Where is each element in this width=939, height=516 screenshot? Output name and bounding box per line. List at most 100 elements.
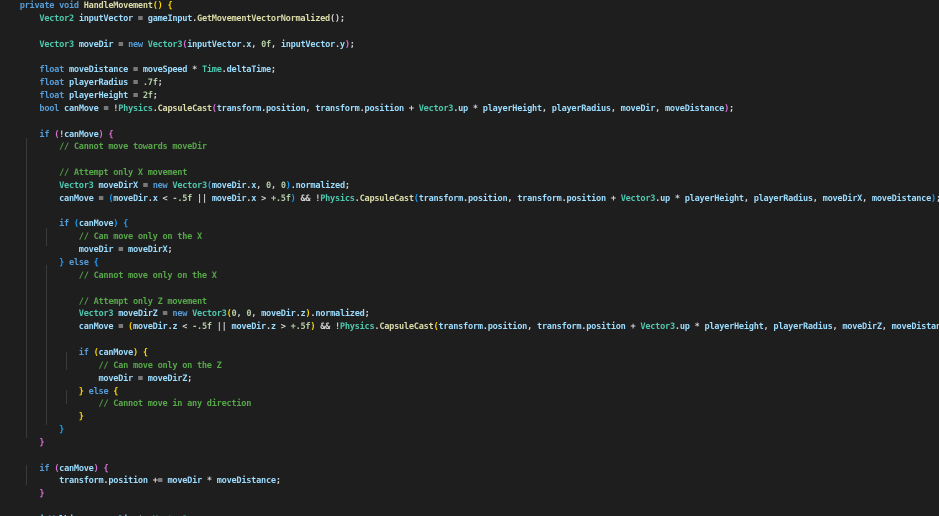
code-token: bool [39, 103, 60, 114]
code-token: -.5f [172, 193, 193, 204]
code-token: moveDirX [128, 245, 168, 256]
code-token: CapsuleCast [379, 322, 434, 333]
code-token: ; [167, 245, 173, 256]
code-line: // Can move only on the Z [0, 360, 221, 373]
code-token: playerRadius [773, 322, 833, 333]
code-token: ; [729, 103, 734, 114]
code-token: transform [517, 193, 562, 204]
code-line: moveDir = moveDirX; [0, 244, 173, 257]
code-line: float moveDistance = moveSpeed * Time.de… [0, 64, 276, 77]
code-line: // Can move only on the X [0, 231, 202, 244]
code-token: 0f [261, 39, 271, 50]
code-token: , [655, 103, 665, 114]
code-token: position [487, 322, 528, 333]
code-line: Vector2 inputVector = gameInput.GetMovem… [0, 13, 345, 26]
code-token: Vector3 [172, 180, 207, 191]
code-token: = ! [98, 103, 119, 114]
code-token: , [812, 193, 823, 204]
code-token: Physics [118, 103, 153, 114]
code-line: float playerHeight = 2f; [0, 90, 157, 103]
code-token: normalized [315, 309, 365, 320]
code-token: > [256, 193, 271, 204]
code-token: (); [329, 13, 345, 24]
code-token: () { [152, 1, 173, 11]
code-token: canMove [78, 219, 114, 230]
code-line: private void HandleMovement() { [0, 0, 173, 13]
code-token: moveDistance [216, 476, 276, 487]
code-token: CapsuleCast [157, 103, 212, 114]
code-token: moveDir [211, 193, 247, 204]
code-token: + [625, 322, 641, 333]
code-token: if [39, 463, 50, 474]
code-token: * [187, 65, 202, 76]
code-line: } [0, 488, 44, 501]
code-token: , [270, 180, 281, 191]
code-token: playerHeight [68, 90, 129, 101]
code-token: if [59, 219, 69, 230]
code-line: } [0, 411, 84, 424]
code-token: Vector3 [59, 180, 94, 191]
code-token: canMove [78, 322, 114, 333]
code-token: canMove [64, 129, 99, 140]
code-token: transform [315, 103, 360, 114]
code-line: moveDir = moveDirZ; [0, 373, 192, 386]
code-token: += [147, 476, 168, 487]
code-token: , [507, 193, 518, 204]
code-line: bool canMove = !Physics.CapsuleCast(tran… [0, 103, 734, 116]
code-token: float [39, 65, 65, 76]
code-line: float playerRadius = .7f; [0, 77, 163, 90]
code-token: moveDistance [68, 65, 129, 76]
code-token: canMove [98, 347, 134, 358]
code-token: * [201, 476, 217, 487]
code-token: .7f [142, 78, 158, 89]
code-token: + [403, 103, 419, 114]
code-token: + [605, 193, 621, 204]
code-token: moveDirZ [842, 322, 882, 333]
code-token: { [108, 386, 119, 397]
code-token: gameInput [147, 13, 193, 24]
code-token: { [118, 219, 129, 230]
code-token: , [270, 39, 281, 50]
code-line: // Attempt only X movement [0, 167, 187, 180]
code-token: ; [275, 476, 281, 487]
code-token: position [566, 193, 607, 204]
code-token: Vector3 [418, 103, 454, 114]
code-editor[interactable]: private void HandleMovement() { Vector2 … [0, 0, 939, 516]
code-token: Vector2 [39, 13, 74, 24]
code-line: Vector3 moveDirZ = new Vector3(0, 0, mov… [0, 308, 370, 321]
code-token: transform [59, 476, 104, 487]
code-token: moveDir [167, 476, 202, 487]
code-token: ; [270, 65, 276, 76]
code-token: up [458, 103, 468, 114]
code-token: inputVector [78, 13, 133, 24]
code-token: up [679, 322, 690, 333]
code-token: new [152, 180, 168, 191]
code-token: moveDistance [891, 322, 939, 333]
code-token: , [862, 193, 872, 204]
code-token: moveDirZ [118, 309, 158, 320]
code-token: } [59, 425, 65, 436]
code-token: ; [187, 373, 193, 384]
code-token: playerHeight [684, 193, 744, 204]
code-token: new [128, 39, 143, 50]
code-token: * [669, 193, 685, 204]
code-token: { [88, 258, 99, 268]
code-token: moveDir [113, 193, 148, 204]
code-token: = [128, 65, 143, 76]
code-token: } [39, 437, 45, 448]
code-token: } [39, 489, 45, 500]
code-token: = [137, 180, 153, 191]
code-token: moveDirZ [147, 373, 188, 384]
code-token: inputVector [187, 39, 242, 50]
code-token: ; [157, 78, 163, 89]
code-token: , [763, 322, 774, 333]
